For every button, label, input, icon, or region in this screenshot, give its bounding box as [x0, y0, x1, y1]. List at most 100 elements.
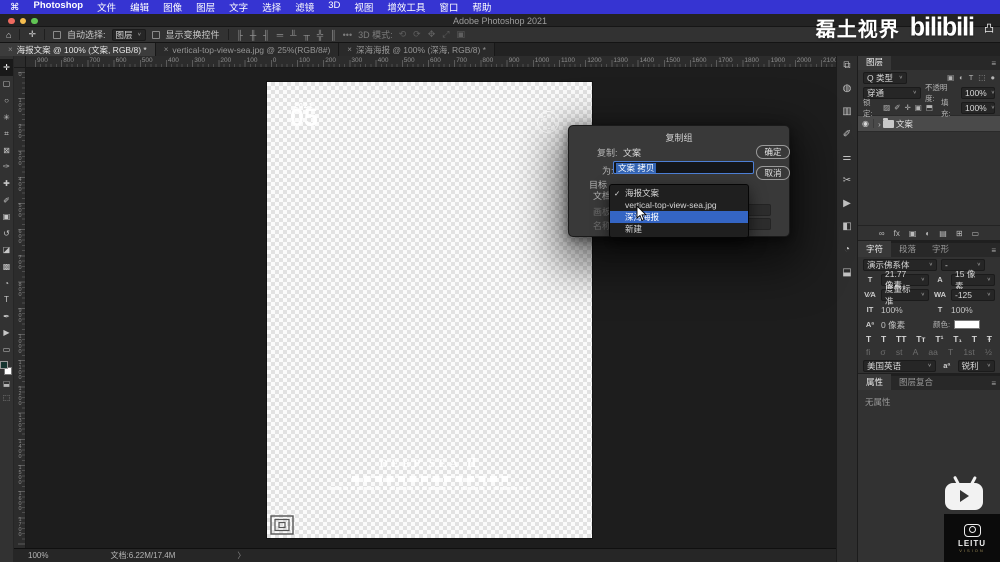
menu-item[interactable]: 编辑 [130, 0, 149, 14]
delete-layer-icon[interactable]: ▭ [972, 229, 980, 238]
duplicate-name-input[interactable]: 文案 拷贝 [613, 161, 754, 174]
eyedropper-tool-icon[interactable]: ✑ [0, 159, 13, 176]
dropdown-option[interactable]: 新建 [610, 223, 748, 235]
apple-menu-icon[interactable]: ⌘ [10, 2, 20, 13]
menu-item[interactable]: 滤镜 [295, 0, 314, 14]
layer-group-row[interactable]: ◉ › 文案 [858, 115, 1000, 132]
move-tool-preset-icon[interactable]: ✛ [28, 29, 36, 40]
type-style-icon[interactable]: T [972, 334, 977, 344]
actions-panel-icon[interactable]: ▶ [843, 199, 851, 209]
group-expand-icon[interactable]: › [878, 119, 881, 129]
baseline-shift-field[interactable]: 0 像素 [881, 319, 929, 331]
crop-tool-icon[interactable]: ⌗ [0, 125, 13, 142]
type-style-icon[interactable]: Ŧ [987, 334, 992, 344]
panel-menu-icon[interactable]: ≡ [991, 246, 996, 255]
color-panel-icon[interactable]: ◍ [843, 84, 852, 94]
brush-tool-icon[interactable]: ✐ [0, 192, 13, 209]
ruler-origin-corner[interactable] [14, 56, 26, 68]
screen-mode-icon[interactable]: ⬚ [0, 391, 13, 405]
menu-item[interactable]: 视图 [354, 0, 373, 14]
quick-mask-icon[interactable]: ⬓ [0, 377, 13, 391]
poster-canvas[interactable]: 2021 05 DEEP SEA Ⅱ [267, 82, 592, 538]
auto-select-dropdown[interactable]: 图层 [112, 29, 146, 41]
color-swatches[interactable] [0, 361, 13, 377]
fill-dropdown[interactable]: 100% [961, 102, 995, 114]
type-style-icon[interactable]: T₁ [953, 334, 962, 344]
lock-option-icon[interactable]: ▨ [883, 103, 890, 112]
tools-panel-icon[interactable]: ✂ [843, 176, 851, 186]
new-group-icon[interactable]: ▤ [939, 229, 947, 238]
text-color-swatch[interactable] [954, 320, 980, 329]
type-style-icon[interactable]: Tт [916, 334, 925, 344]
path-selection-tool-icon[interactable]: ▶ [0, 325, 13, 342]
type-style-icon[interactable]: T [881, 334, 886, 344]
menu-item[interactable]: 选择 [262, 0, 281, 14]
frame-tool-icon[interactable]: ⊠ [0, 142, 13, 159]
styles-panel-icon[interactable]: ◧ [842, 222, 851, 232]
align-icon[interactable]: ║ [330, 30, 336, 40]
filter-kind-icon[interactable]: T [969, 73, 974, 82]
align-icon[interactable]: ╟ [237, 30, 243, 40]
menu-item[interactable]: 文件 [97, 0, 116, 14]
layer-effects-icon[interactable]: fx [894, 229, 900, 238]
menu-item[interactable]: 图层 [196, 0, 215, 14]
character-panel-tab[interactable]: 字符 [858, 241, 891, 257]
marquee-tool-icon[interactable]: ▢ [0, 76, 13, 93]
ok-button[interactable]: 确定 [756, 145, 790, 159]
document-tab[interactable]: × 海报文案 @ 100% (文案, RGB/8) * [0, 43, 156, 56]
opacity-dropdown[interactable]: 100% [961, 87, 995, 99]
filter-kind-icon[interactable]: ● [990, 73, 995, 82]
type-style-icon[interactable]: T [866, 334, 871, 344]
menu-item[interactable]: 图像 [163, 0, 182, 14]
align-icon[interactable]: ╥ [303, 30, 309, 40]
character-panel-tab[interactable]: 段落 [891, 241, 924, 257]
eraser-tool-icon[interactable]: ◪ [0, 242, 13, 259]
align-icon[interactable]: ╨ [290, 30, 296, 40]
vertical-scale-field[interactable]: 100% [881, 305, 929, 315]
panel-menu-icon[interactable]: ≡ [991, 379, 996, 388]
kerning-dropdown[interactable]: 度量标准 [881, 289, 929, 301]
info-panel-icon[interactable]: ⬓ [842, 268, 851, 278]
type-style-icon[interactable]: T¹ [935, 334, 943, 344]
align-icon[interactable]: ╢ [263, 30, 269, 40]
link-layers-icon[interactable]: ∞ [879, 229, 885, 238]
menu-item[interactable]: 3D [328, 0, 340, 14]
close-tab-icon[interactable]: × [8, 45, 13, 54]
zoom-level-field[interactable]: 100% [28, 551, 48, 560]
tracking-dropdown[interactable]: -125 [951, 289, 995, 301]
gradient-tool-icon[interactable]: ▩ [0, 258, 13, 275]
brush-settings-panel-icon[interactable]: ✐ [843, 130, 851, 140]
lock-option-icon[interactable]: ⬒ [926, 103, 933, 112]
cancel-button[interactable]: 取消 [756, 166, 790, 180]
menu-item[interactable]: 帮助 [472, 0, 491, 14]
character-panel-tab[interactable]: 字形 [924, 241, 957, 257]
dropdown-option[interactable]: 深海海报 [610, 211, 748, 223]
show-transform-checkbox[interactable] [152, 31, 160, 39]
adjustments-panel-icon[interactable]: ⚌ [843, 153, 852, 163]
quick-selection-tool-icon[interactable]: ✳ [0, 109, 13, 126]
close-tab-icon[interactable]: × [347, 45, 352, 54]
menu-item[interactable]: 文字 [229, 0, 248, 14]
more-options-icon[interactable]: ••• [343, 30, 352, 40]
type-tool-icon[interactable]: T [0, 291, 13, 308]
filter-kind-icon[interactable]: ⬚ [978, 73, 985, 82]
document-tab[interactable]: × vertical-top-view-sea.jpg @ 25%(RGB/8#… [156, 43, 340, 56]
menu-item[interactable]: 增效工具 [387, 0, 425, 14]
language-dropdown[interactable]: 美国英语 [863, 360, 936, 372]
menu-item[interactable]: 窗口 [439, 0, 458, 14]
clone-stamp-tool-icon[interactable]: ▣ [0, 208, 13, 225]
pen-tool-icon[interactable]: ✒ [0, 308, 13, 325]
dropdown-option[interactable]: vertical-top-view-sea.jpg [610, 199, 748, 211]
align-icon[interactable]: ═ [277, 30, 283, 40]
document-tab[interactable]: × 深海海报 @ 100% (深海, RGB/8) * [339, 43, 495, 56]
close-tab-icon[interactable]: × [164, 45, 169, 54]
dropdown-option[interactable]: ✓ 海报文案 [610, 187, 748, 199]
new-layer-icon[interactable]: ⊞ [956, 229, 963, 238]
clipboard-panel-icon[interactable]: ⧉ [843, 61, 850, 71]
layer-group-name[interactable]: 文案 [896, 118, 913, 130]
tab-layers[interactable]: 图层 [858, 54, 891, 70]
layer-mask-icon[interactable]: ▣ [909, 229, 917, 238]
lock-option-icon[interactable]: ▣ [915, 103, 922, 112]
type-style-icon[interactable]: TT [896, 334, 906, 344]
auto-select-checkbox[interactable] [53, 31, 61, 39]
